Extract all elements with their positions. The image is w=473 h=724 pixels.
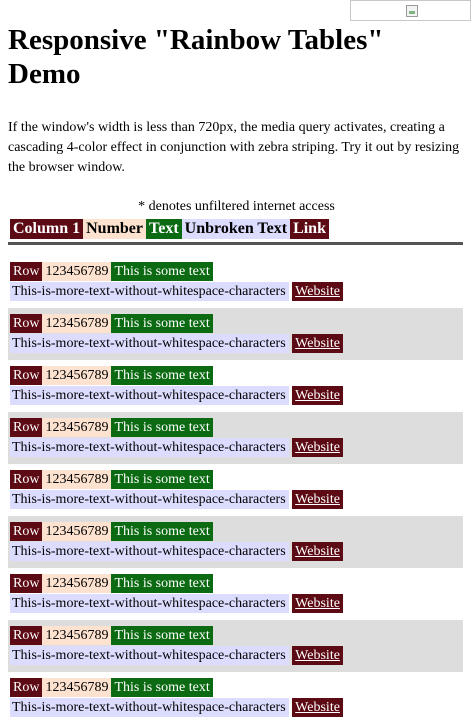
cell-number: 123456789: [42, 366, 112, 385]
unfiltered-access-note: * denotes unfiltered internet access: [138, 199, 335, 214]
cell-number: 123456789: [42, 574, 112, 593]
cell-link: Website: [292, 698, 343, 717]
website-link[interactable]: Website: [295, 336, 340, 351]
cell-column-1: Row: [10, 626, 43, 645]
table-row: Row 123456789 This is some text This-is-mor…: [8, 516, 463, 568]
cell-unbroken-text: This-is-more-text-without-whitespace-cha…: [10, 646, 289, 665]
cell-text: This is some text: [111, 418, 213, 437]
table-row: Row 123456789 This is some text This-is-mor…: [8, 464, 463, 516]
website-link[interactable]: Website: [295, 492, 340, 507]
table-row: Row 123456789 This is some text This-is-mor…: [8, 568, 463, 620]
cell-unbroken-text: This-is-more-text-without-whitespace-cha…: [10, 386, 289, 405]
broken-image-icon: [406, 5, 418, 17]
cell-column-1: Row: [10, 314, 43, 333]
cell-number: 123456789: [42, 522, 112, 541]
header-number: Number: [83, 219, 147, 239]
website-link[interactable]: Website: [295, 544, 340, 559]
cell-unbroken-text: This-is-more-text-without-whitespace-cha…: [10, 594, 289, 613]
table-header: Column 1 Number Text Unbroken Text Link: [10, 219, 329, 241]
cell-link: Website: [292, 490, 343, 509]
cell-text: This is some text: [111, 626, 213, 645]
cell-column-1: Row: [10, 574, 43, 593]
website-link[interactable]: Website: [295, 284, 340, 299]
table-row: Row 123456789 This is some text This-is-mor…: [8, 360, 463, 412]
header-unbroken-text: Unbroken Text: [181, 219, 291, 239]
cell-column-1: Row: [10, 522, 43, 541]
table-row: Row 123456789 This is some text This-is-mor…: [8, 308, 463, 360]
page-title: Responsive "Rainbow Tables" Demo: [8, 24, 384, 90]
cell-number: 123456789: [42, 470, 112, 489]
cell-link: Website: [292, 646, 343, 665]
broken-image: [350, 0, 471, 21]
cell-unbroken-text: This-is-more-text-without-whitespace-cha…: [10, 438, 289, 457]
cell-text: This is some text: [111, 262, 213, 281]
cell-text: This is some text: [111, 314, 213, 333]
cell-column-1: Row: [10, 418, 43, 437]
header-divider: [8, 242, 463, 245]
cell-number: 123456789: [42, 626, 112, 645]
website-link[interactable]: Website: [295, 648, 340, 663]
intro-paragraph: If the window's width is less than 720px…: [8, 120, 460, 175]
cell-link: Website: [292, 282, 343, 301]
cell-number: 123456789: [42, 314, 112, 333]
header-text: Text: [146, 219, 182, 239]
cell-link: Website: [292, 594, 343, 613]
cell-link: Website: [292, 334, 343, 353]
table-row: Row 123456789 This is some text This-is-mor…: [8, 672, 463, 724]
cell-unbroken-text: This-is-more-text-without-whitespace-cha…: [10, 334, 289, 353]
table-row: Row 123456789 This is some text This-is-mor…: [8, 256, 463, 308]
cell-unbroken-text: This-is-more-text-without-whitespace-cha…: [10, 490, 289, 509]
cell-column-1: Row: [10, 366, 43, 385]
website-link[interactable]: Website: [295, 596, 340, 611]
cell-text: This is some text: [111, 574, 213, 593]
cell-text: This is some text: [111, 470, 213, 489]
table-row: Row 123456789 This is some text This-is-mor…: [8, 620, 463, 672]
cell-unbroken-text: This-is-more-text-without-whitespace-cha…: [10, 698, 289, 717]
website-link[interactable]: Website: [295, 440, 340, 455]
cell-unbroken-text: This-is-more-text-without-whitespace-cha…: [10, 282, 289, 301]
cell-link: Website: [292, 438, 343, 457]
header-column-1: Column 1: [10, 219, 84, 239]
cell-number: 123456789: [42, 418, 112, 437]
table-body: Row 123456789 This is some text This-is-mor…: [8, 256, 463, 724]
cell-link: Website: [292, 542, 343, 561]
website-link[interactable]: Website: [295, 700, 340, 715]
cell-link: Website: [292, 386, 343, 405]
cell-text: This is some text: [111, 678, 213, 697]
website-link[interactable]: Website: [295, 388, 340, 403]
cell-text: This is some text: [111, 522, 213, 541]
table-row: Row 123456789 This is some text This-is-mor…: [8, 412, 463, 464]
cell-number: 123456789: [42, 262, 112, 281]
header-link: Link: [290, 219, 329, 239]
cell-unbroken-text: This-is-more-text-without-whitespace-cha…: [10, 542, 289, 561]
cell-column-1: Row: [10, 262, 43, 281]
cell-column-1: Row: [10, 678, 43, 697]
cell-text: This is some text: [111, 366, 213, 385]
cell-column-1: Row: [10, 470, 43, 489]
cell-number: 123456789: [42, 678, 112, 697]
